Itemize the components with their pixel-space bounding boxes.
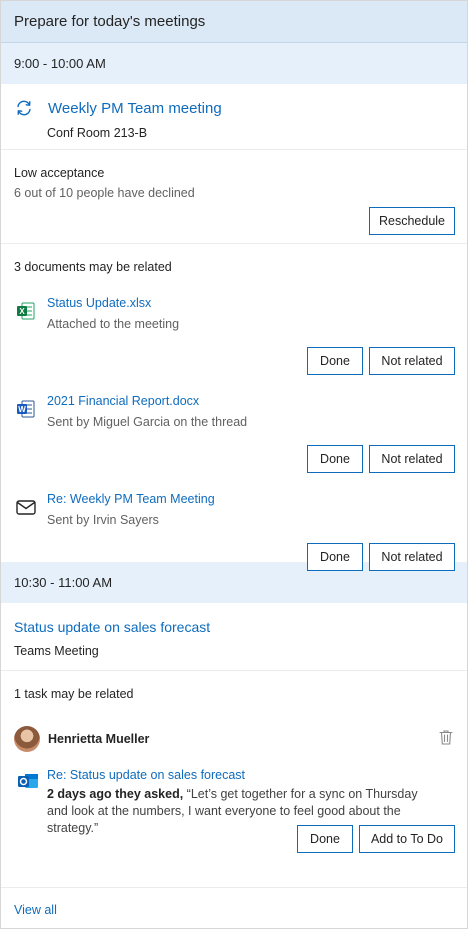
excel-icon: X	[15, 300, 37, 322]
low-acceptance-section: Low acceptance 6 out of 10 people have d…	[1, 150, 467, 244]
not-related-button[interactable]: Not related	[369, 445, 455, 473]
done-button[interactable]: Done	[307, 445, 363, 473]
time-slot-1: 9:00 - 10:00 AM	[1, 43, 467, 84]
outlook-icon	[17, 771, 39, 791]
divider	[1, 887, 467, 888]
view-all-link[interactable]: View all	[14, 903, 57, 917]
add-to-todo-button[interactable]: Add to To Do	[359, 825, 455, 853]
task-item: Henrietta Mueller Re: Status update on s…	[1, 709, 467, 865]
document-detail: Sent by Irvin Sayers	[47, 513, 159, 527]
document-title[interactable]: Re: Weekly PM Team Meeting	[47, 492, 215, 506]
done-button[interactable]: Done	[307, 347, 363, 375]
task-asked-prefix: 2 days ago they asked,	[47, 787, 184, 801]
document-item: X Status Update.xlsx Attached to the mee…	[1, 282, 467, 380]
person-name: Henrietta Mueller	[48, 732, 150, 746]
recurring-icon	[14, 98, 34, 118]
document-title[interactable]: 2021 Financial Report.docx	[47, 394, 199, 408]
task-title[interactable]: Re: Status update on sales forecast	[47, 768, 245, 782]
tasks-heading: 1 task may be related	[14, 687, 134, 701]
meeting-2-title[interactable]: Status update on sales forecast	[14, 619, 467, 635]
document-detail: Sent by Miguel Garcia on the thread	[47, 415, 248, 429]
not-related-button[interactable]: Not related	[369, 543, 455, 571]
not-related-button[interactable]: Not related	[369, 347, 455, 375]
meeting-1[interactable]: Weekly PM Team meeting Conf Room 213-B	[1, 84, 467, 150]
document-item: Re: Weekly PM Team Meeting Sent by Irvin…	[1, 478, 467, 576]
meetings-prep-card: Prepare for today's meetings 9:00 - 10:0…	[0, 0, 468, 929]
done-button[interactable]: Done	[307, 543, 363, 571]
document-detail: Attached to the meeting	[47, 317, 180, 331]
documents-heading: 3 documents may be related	[14, 260, 172, 274]
avatar	[14, 726, 40, 752]
meeting-1-location: Conf Room 213-B	[47, 126, 148, 140]
meeting-2-location: Teams Meeting	[14, 644, 99, 658]
svg-text:W: W	[18, 405, 26, 414]
trash-icon[interactable]	[439, 729, 453, 745]
meeting-2[interactable]: Status update on sales forecast Teams Me…	[1, 603, 467, 671]
done-button[interactable]: Done	[297, 825, 353, 853]
word-icon: W	[15, 398, 37, 420]
card-title: Prepare for today's meetings	[1, 1, 467, 43]
document-item: W 2021 Financial Report.docx Sent by Mig…	[1, 380, 467, 478]
document-title[interactable]: Status Update.xlsx	[47, 296, 151, 310]
low-acceptance-title: Low acceptance	[14, 166, 105, 180]
mail-icon	[15, 496, 37, 518]
reschedule-button[interactable]: Reschedule	[369, 207, 455, 235]
low-acceptance-detail: 6 out of 10 people have declined	[14, 186, 195, 200]
svg-text:X: X	[19, 307, 25, 316]
meeting-1-title[interactable]: Weekly PM Team meeting	[48, 100, 222, 117]
